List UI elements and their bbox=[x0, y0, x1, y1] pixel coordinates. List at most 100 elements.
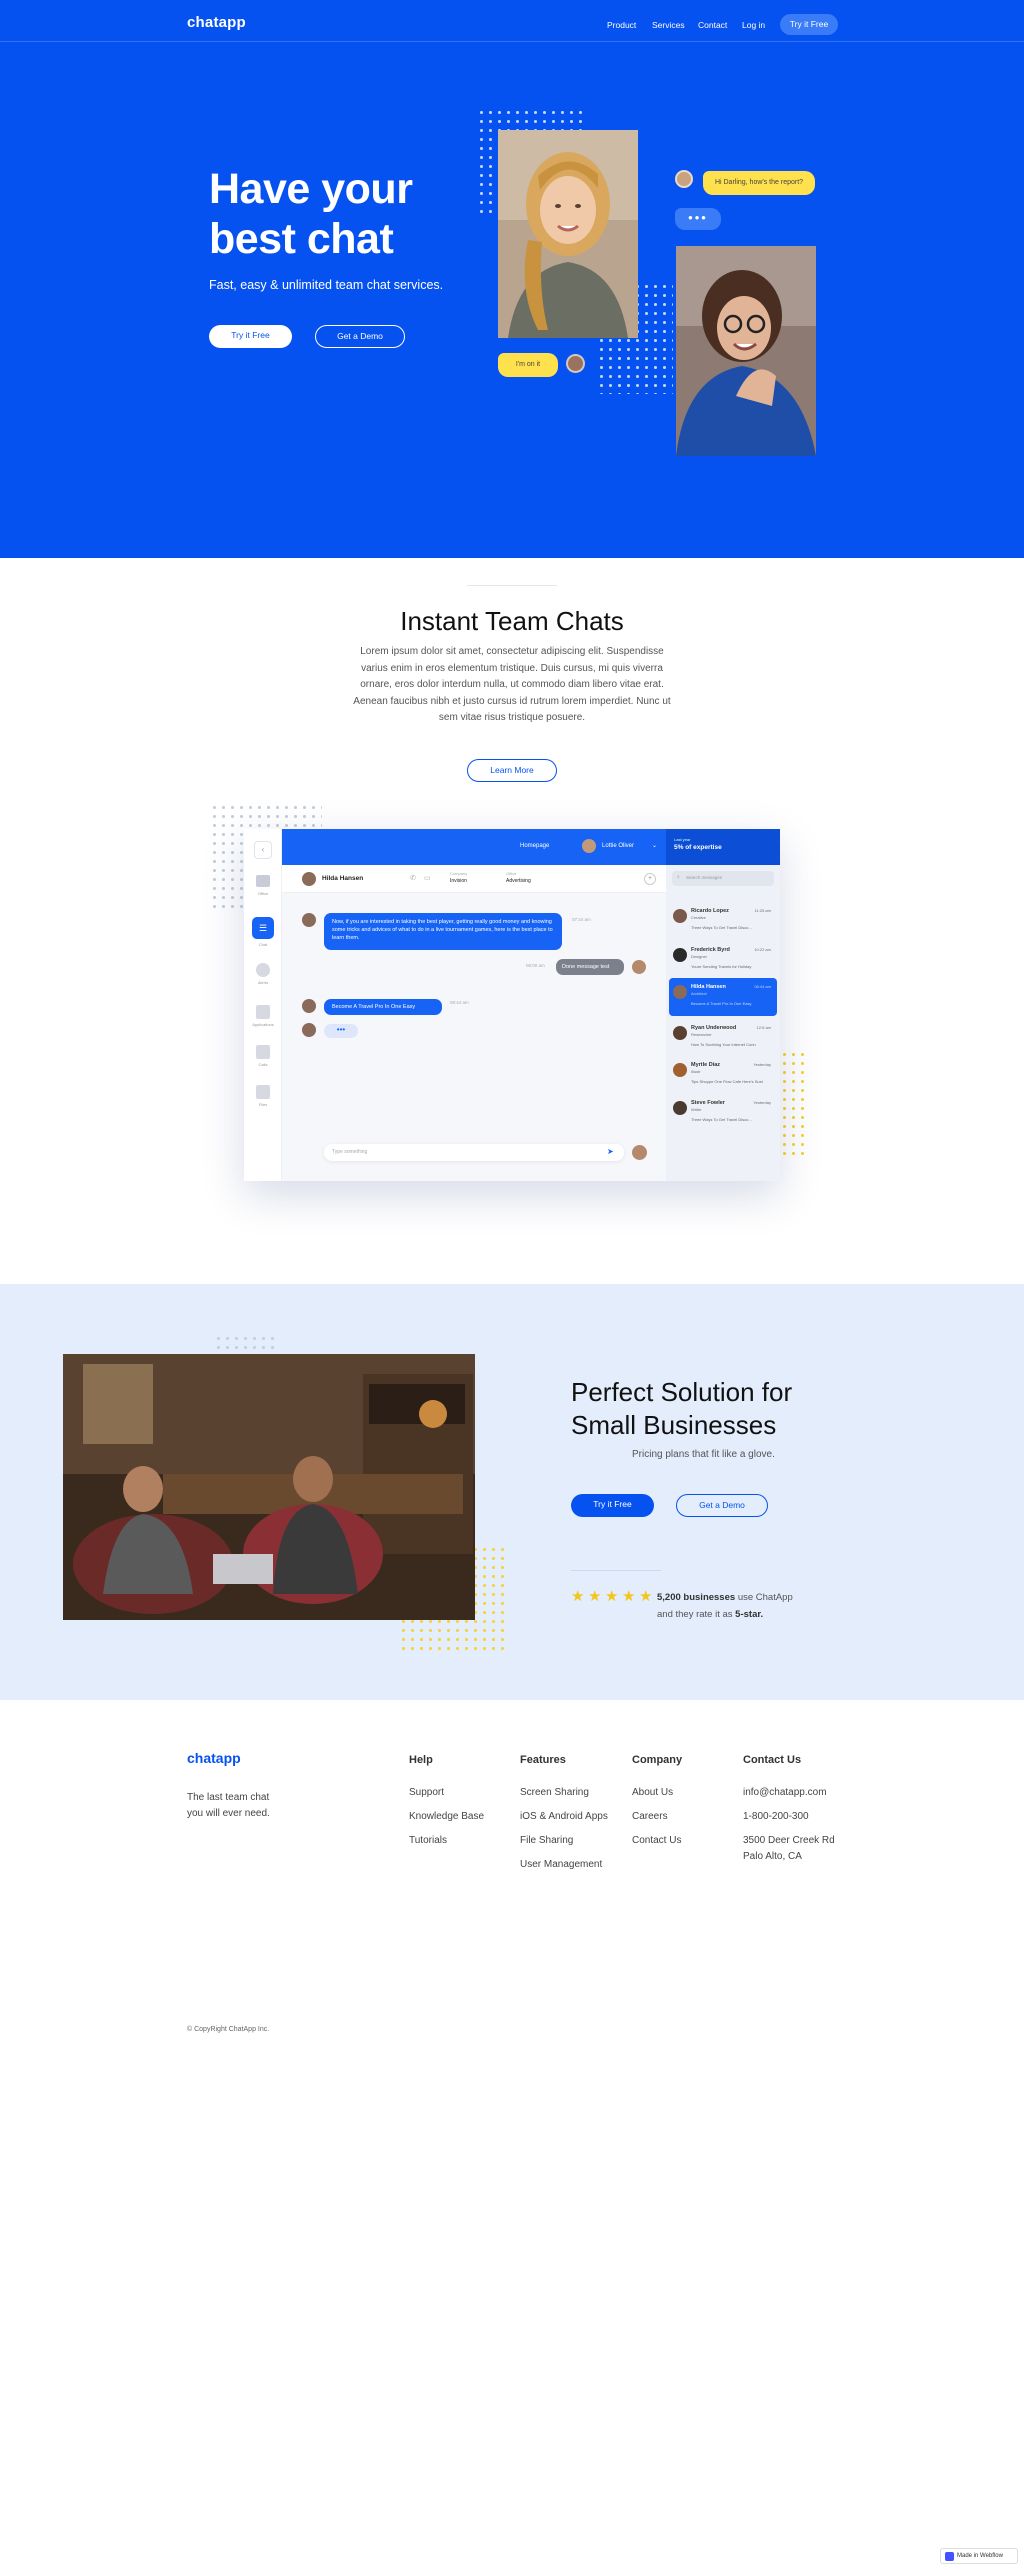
footer-link[interactable]: Tutorials bbox=[409, 1835, 447, 1846]
footer-link[interactable]: Knowledge Base bbox=[409, 1811, 484, 1822]
hero-title: Have your best chat bbox=[209, 165, 413, 263]
office-value: Advertising bbox=[506, 878, 531, 884]
footer-link[interactable]: User Management bbox=[520, 1859, 602, 1870]
contact-item[interactable]: Ryan Underwood Researcher 12:5 am How To So… bbox=[669, 1019, 777, 1057]
message-incoming: Become A Travel Pro In One Easy bbox=[324, 999, 442, 1015]
footer-link[interactable]: info@chatapp.com bbox=[743, 1787, 827, 1798]
webflow-badge[interactable]: Made in Webflow bbox=[940, 2548, 1018, 2564]
message-time: 08:44 am bbox=[450, 1000, 469, 1005]
business-try-free-button[interactable]: Try it Free bbox=[571, 1494, 654, 1517]
message-input[interactable]: Type something ➤ bbox=[324, 1144, 624, 1161]
contact-time: 10:22 am bbox=[754, 947, 771, 952]
hero-subtitle: Fast, easy & unlimited team chat service… bbox=[209, 278, 444, 292]
footer-heading: Contact Us bbox=[743, 1754, 802, 1766]
avatar bbox=[673, 1026, 687, 1040]
contacts-search[interactable]: ⌕ Search messages bbox=[672, 871, 774, 886]
footer-link[interactable]: Careers bbox=[632, 1811, 668, 1822]
hero-get-demo-button[interactable]: Get a Demo bbox=[315, 325, 405, 348]
homepage-link[interactable]: Homepage bbox=[520, 843, 549, 849]
contact-message: Tips Shoppe One Flow Cafe Here's Sust bbox=[691, 1079, 763, 1084]
contact-role: Designer bbox=[691, 954, 708, 959]
logo[interactable]: chatapp bbox=[187, 14, 246, 31]
alerts-icon[interactable] bbox=[256, 963, 270, 977]
icon-sidebar: ‹ Office ☰ Chat Alerts Applications Call… bbox=[244, 829, 282, 1181]
contact-item[interactable]: Steve Fowler Writer Yesterday Three Ways To… bbox=[669, 1094, 777, 1132]
app-topbar: Homepage Lottie Oliver ⌄ bbox=[282, 829, 666, 865]
contact-name: Ricardo Lopez bbox=[691, 908, 729, 914]
chat-icon[interactable]: ☰ bbox=[252, 917, 274, 939]
typing-indicator: ••• bbox=[324, 1024, 358, 1038]
chat-bubble-reply: I'm on it bbox=[498, 353, 558, 377]
star-icon: ★ bbox=[622, 1588, 636, 1605]
send-icon[interactable]: ➤ bbox=[607, 1147, 614, 1156]
footer-link[interactable]: Contact Us bbox=[632, 1835, 681, 1846]
footer-heading: Help bbox=[409, 1754, 433, 1766]
footer-heading: Features bbox=[520, 1754, 566, 1766]
contact-name: Myrtle Diaz bbox=[691, 1062, 721, 1068]
input-placeholder: Type something bbox=[332, 1149, 368, 1155]
star-icon: ★ bbox=[571, 1588, 585, 1605]
contact-message: Three Ways To Get Travel Disco... bbox=[691, 1117, 752, 1122]
star-icon: ★ bbox=[588, 1588, 602, 1605]
office-label: Office bbox=[506, 871, 517, 876]
apps-icon[interactable] bbox=[256, 1005, 270, 1019]
contact-name: Ryan Underwood bbox=[691, 1025, 737, 1031]
hero-try-free-button[interactable]: Try it Free bbox=[209, 325, 292, 348]
side-label-alerts: Alerts bbox=[257, 980, 269, 985]
footer-logo[interactable]: chatapp bbox=[187, 1750, 241, 1766]
footer-link[interactable]: About Us bbox=[632, 1787, 673, 1798]
footer-tagline: The last team chat you will ever need. bbox=[187, 1792, 270, 1819]
contact-item[interactable]: Frederick Byrd Designer 10:22 am Youre Send… bbox=[669, 941, 777, 979]
team-chats-title: Instant Team Chats bbox=[400, 606, 624, 636]
contact-item[interactable]: Myrtle Diaz Illustr Yesterday Tips Shoppe O… bbox=[669, 1056, 777, 1094]
phone-icon[interactable]: ✆ bbox=[410, 874, 416, 882]
contacts-panel: ⌕ Search messages Ricardo Lopez Creative 1… bbox=[666, 865, 780, 1181]
contact-name: Steve Fowler bbox=[691, 1100, 725, 1106]
business-get-demo-button[interactable]: Get a Demo bbox=[676, 1494, 768, 1517]
contact-item[interactable]: Hilda Hansen Architect 08:44 am Become A Tr… bbox=[669, 978, 777, 1016]
add-icon[interactable]: + bbox=[644, 873, 656, 885]
office-icon[interactable] bbox=[256, 875, 270, 887]
back-icon[interactable]: ‹ bbox=[254, 841, 272, 859]
contact-item[interactable]: Ricardo Lopez Creative 11:25 am Three Ways … bbox=[669, 902, 777, 940]
nav-product[interactable]: Product bbox=[607, 20, 636, 30]
files-icon[interactable] bbox=[256, 1085, 270, 1099]
contact-time: 12:5 am bbox=[756, 1025, 771, 1030]
company-value: Invision bbox=[450, 878, 467, 884]
cafe-photo bbox=[63, 1354, 475, 1620]
contact-time: Yesterday bbox=[753, 1062, 771, 1067]
footer-link[interactable]: 1-800-200-300 bbox=[743, 1811, 809, 1822]
footer-link[interactable]: File Sharing bbox=[520, 1835, 573, 1846]
footer-link[interactable]: Support bbox=[409, 1787, 444, 1798]
avatar bbox=[302, 872, 316, 886]
avatar bbox=[632, 960, 646, 974]
rating-count: 5,200 businesses bbox=[657, 1592, 736, 1603]
contact-name: Frederick Byrd bbox=[691, 947, 730, 953]
footer-link[interactable]: 3500 Deer Creek Rd bbox=[743, 1835, 835, 1846]
contact-time: 11:25 am bbox=[754, 908, 771, 913]
learn-more-button[interactable]: Learn More bbox=[467, 759, 557, 782]
contact-message: Three Ways To Get Travel Disco... bbox=[691, 925, 752, 930]
chevron-down-icon[interactable]: ⌄ bbox=[652, 842, 657, 849]
avatar bbox=[302, 913, 316, 927]
top-nav: chatapp Product Services Contact Log in … bbox=[0, 0, 1024, 42]
nav-contact[interactable]: Contact bbox=[698, 20, 727, 30]
search-icon: ⌕ bbox=[677, 874, 680, 880]
app-mockup: ‹ Office ☰ Chat Alerts Applications Call… bbox=[244, 829, 780, 1181]
divider bbox=[467, 585, 557, 586]
user-name[interactable]: Lottie Oliver bbox=[602, 843, 634, 849]
footer-link[interactable]: Palo Alto, CA bbox=[743, 1851, 802, 1862]
calls-icon[interactable] bbox=[256, 1045, 270, 1059]
stat-value: 5% of expertise bbox=[674, 844, 722, 851]
avatar bbox=[302, 999, 316, 1013]
copyright: © CopyRight ChatApp Inc. bbox=[187, 2026, 270, 2033]
nav-login[interactable]: Log in bbox=[742, 20, 765, 30]
nav-try-free-button[interactable]: Try it Free bbox=[780, 14, 838, 35]
message-time: 08:00 am bbox=[526, 963, 545, 968]
footer-link[interactable]: iOS & Android Apps bbox=[520, 1811, 608, 1822]
footer-link[interactable]: Screen Sharing bbox=[520, 1787, 589, 1798]
video-icon[interactable]: ▭ bbox=[424, 874, 431, 882]
contact-role: Illustr bbox=[691, 1069, 701, 1074]
nav-services[interactable]: Services bbox=[652, 20, 685, 30]
rating-text: 5,200 businesses use ChatApp and they ra… bbox=[657, 1589, 793, 1623]
